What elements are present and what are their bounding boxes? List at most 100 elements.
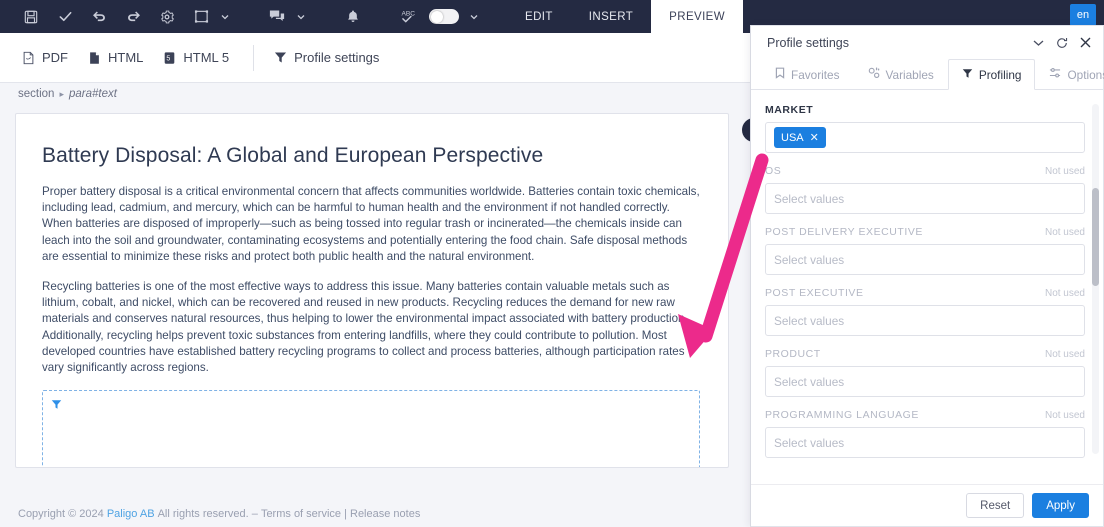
tab-profiling-label: Profiling <box>978 67 1022 82</box>
language-badge[interactable]: en <box>1070 4 1096 26</box>
bell-icon[interactable] <box>336 0 370 33</box>
panel-tabs: Favorites Variables Profiling Option <box>751 59 1104 90</box>
filter-funnel-icon <box>274 51 287 64</box>
filter-funnel-icon <box>962 68 973 82</box>
gear-icon[interactable] <box>150 0 184 33</box>
panel-header: Profile settings <box>751 26 1103 59</box>
undo-icon[interactable] <box>82 0 116 33</box>
field-market: MARKET USA ✕ <box>765 104 1085 153</box>
page-title: Battery Disposal: A Global and European … <box>42 144 544 167</box>
comment-group <box>260 0 314 33</box>
field-os-row: OS Not used <box>765 165 1085 177</box>
format-html5-label: HTML 5 <box>183 50 230 65</box>
field-product-input[interactable]: Select values <box>765 366 1085 397</box>
footer-release-notes-link[interactable]: Release notes <box>350 508 420 520</box>
panel-scrollbar-thumb[interactable] <box>1092 188 1099 286</box>
tab-options[interactable]: Options <box>1035 59 1104 89</box>
panel-scrollbar[interactable] <box>1092 104 1099 454</box>
footer-terms-link[interactable]: Terms of service <box>261 508 341 520</box>
spellcheck-icon[interactable]: ABC <box>392 0 426 33</box>
toolbar-icon-group: ABC <box>0 0 487 33</box>
field-programming-language-note: Not used <box>1044 410 1085 421</box>
field-post-delivery-executive-note: Not used <box>1044 227 1085 238</box>
footer-pipe: | <box>344 508 347 520</box>
chip-usa-label: USA <box>781 131 804 144</box>
close-icon[interactable] <box>1080 37 1091 48</box>
panel-body: MARKET USA ✕ OS Not used Select values P… <box>751 90 1103 484</box>
tab-edit[interactable]: EDIT <box>507 0 571 33</box>
field-product-row: PRODUCT Not used <box>765 348 1085 360</box>
chip-usa[interactable]: USA ✕ <box>774 127 826 148</box>
document-paragraph-1[interactable]: Proper battery disposal is a critical en… <box>42 184 700 265</box>
chevron-down-icon-comment[interactable] <box>294 0 308 33</box>
format-html5[interactable]: 5 HTML 5 <box>159 33 245 83</box>
svg-text:ABC: ABC <box>401 11 415 18</box>
tab-variables-label: Variables <box>885 67 934 82</box>
panel-footer: Reset Apply <box>751 484 1103 526</box>
field-post-executive: POST EXECUTIVE Not used Select values <box>765 287 1085 336</box>
sliders-icon <box>1049 67 1061 82</box>
chevron-down-icon-spellcheck[interactable] <box>467 0 481 33</box>
field-market-input[interactable]: USA ✕ <box>765 122 1085 153</box>
spellcheck-group: ABC <box>392 0 487 33</box>
footer-company-link[interactable]: Paligo AB <box>107 508 155 520</box>
field-os: OS Not used Select values <box>765 165 1085 214</box>
format-html[interactable]: HTML <box>84 33 159 83</box>
field-post-executive-input[interactable]: Select values <box>765 305 1085 336</box>
field-os-input[interactable]: Select values <box>765 183 1085 214</box>
variables-icon <box>868 67 880 82</box>
tab-preview[interactable]: PREVIEW <box>651 0 744 33</box>
tab-profiling[interactable]: Profiling <box>947 59 1036 90</box>
field-programming-language: PROGRAMMING LANGUAGE Not used Select val… <box>765 409 1085 458</box>
chevron-down-icon-fullscreen[interactable] <box>218 0 232 33</box>
apply-button[interactable]: Apply <box>1032 493 1089 518</box>
field-post-delivery-executive: POST DELIVERY EXECUTIVE Not used Select … <box>765 226 1085 275</box>
html-icon <box>88 51 101 65</box>
chip-remove-icon[interactable]: ✕ <box>810 131 819 144</box>
breadcrumb-root[interactable]: section <box>18 88 54 100</box>
format-pdf[interactable]: PDF <box>18 33 84 83</box>
breadcrumb-separator-icon: ▸ <box>59 88 64 99</box>
panel-title: Profile settings <box>767 35 849 50</box>
panel-header-actions <box>1033 37 1091 49</box>
profile-settings-panel: Profile settings Favorites Variables Pro… <box>750 25 1104 527</box>
field-post-executive-row: POST EXECUTIVE Not used <box>765 287 1085 299</box>
field-programming-language-row: PROGRAMMING LANGUAGE Not used <box>765 409 1085 421</box>
refresh-icon[interactable] <box>1056 37 1068 49</box>
footer-copyright: Copyright © 2024 <box>18 508 104 520</box>
formatbar-divider <box>253 44 255 71</box>
comment-icon[interactable] <box>260 0 294 33</box>
field-os-note: Not used <box>1044 166 1085 177</box>
tab-favorites-label: Favorites <box>791 67 840 82</box>
save-icon[interactable] <box>14 0 48 33</box>
check-icon[interactable] <box>48 0 82 33</box>
fullscreen-group <box>184 0 238 33</box>
chevron-down-icon[interactable] <box>1033 39 1044 47</box>
fullscreen-icon[interactable] <box>184 0 218 33</box>
document-inner: Battery Disposal: A Global and European … <box>16 114 728 467</box>
field-post-executive-note: Not used <box>1044 288 1085 299</box>
profile-settings-button[interactable]: Profile settings <box>270 33 395 83</box>
field-product: PRODUCT Not used Select values <box>765 348 1085 397</box>
redo-icon[interactable] <box>116 0 150 33</box>
reset-button[interactable]: Reset <box>966 493 1025 518</box>
tab-variables[interactable]: Variables <box>854 59 948 89</box>
field-post-delivery-executive-label: POST DELIVERY EXECUTIVE <box>765 226 923 238</box>
field-programming-language-input[interactable]: Select values <box>765 427 1085 458</box>
field-os-label: OS <box>765 165 782 177</box>
field-post-delivery-executive-input[interactable]: Select values <box>765 244 1085 275</box>
field-programming-language-label: PROGRAMMING LANGUAGE <box>765 409 919 421</box>
html5-icon: 5 <box>163 51 176 65</box>
spellcheck-toggle[interactable] <box>429 9 459 24</box>
app-root: ABC EDIT INSERT PREVIEW en PDF HTML 5 HT… <box>0 0 1104 527</box>
breadcrumb-current[interactable]: para#text <box>69 88 117 100</box>
profiled-content-block[interactable] <box>42 390 700 467</box>
pdf-icon <box>22 51 35 65</box>
document-paragraph-2[interactable]: Recycling batteries is one of the most e… <box>42 279 700 376</box>
tab-insert[interactable]: INSERT <box>571 0 651 33</box>
footer-dash: – <box>251 508 258 520</box>
filter-funnel-icon <box>51 397 62 414</box>
svg-text:5: 5 <box>167 55 171 62</box>
tab-favorites[interactable]: Favorites <box>761 59 854 89</box>
footer-rights: All rights reserved. <box>157 508 249 520</box>
